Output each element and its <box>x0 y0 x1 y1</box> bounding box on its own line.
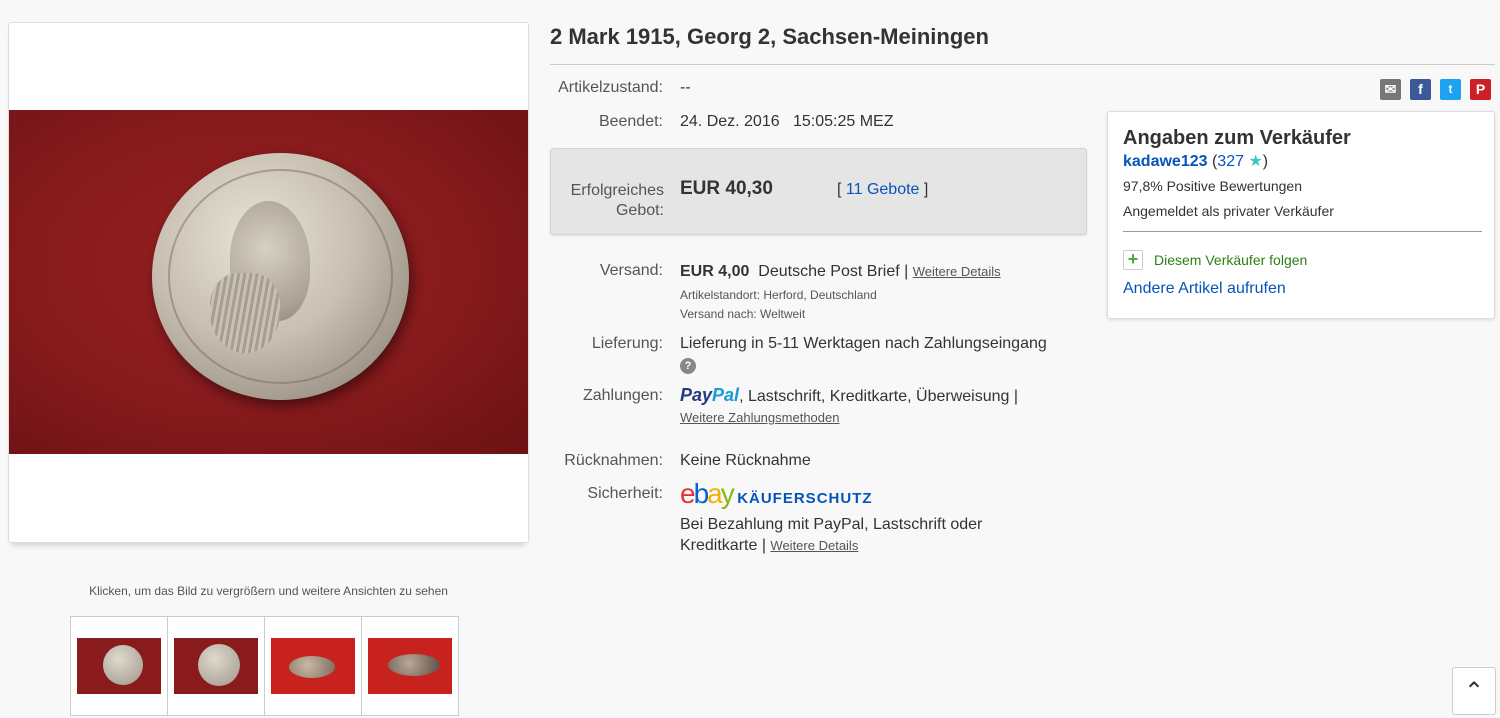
bid-label: Erfolgreiches Gebot: <box>570 182 664 219</box>
winning-bid-box: Erfolgreiches Gebot: EUR 40,30 [ 11 Gebo… <box>550 148 1087 235</box>
delivery-label: Lieferung: <box>591 335 663 352</box>
payments-label: Zahlungen: <box>582 387 663 404</box>
thumbnail-1[interactable] <box>70 616 168 716</box>
main-item-image[interactable] <box>9 110 528 454</box>
chevron-up-icon: ⌃ <box>1463 678 1485 705</box>
more-payment-methods-link[interactable]: Weitere Zahlungsmethoden <box>680 410 839 425</box>
item-title: 2 Mark 1915, Georg 2, Sachsen-Meiningen <box>550 24 989 49</box>
thumbnail-strip <box>70 616 459 716</box>
ended-date: 24. Dez. 2016 <box>680 113 780 130</box>
delivery-value: Lieferung in 5-11 Werktagen nach Zahlung… <box>680 335 1047 352</box>
email-share-icon[interactable]: ✉ <box>1380 79 1401 100</box>
shipping-service: Deutsche Post Brief <box>758 263 900 280</box>
positive-feedback: 97,8% Positive Bewertungen <box>1123 178 1302 194</box>
star-icon: ★ <box>1248 153 1263 170</box>
returns-label: Rücknahmen: <box>564 452 663 469</box>
bid-count: [ 11 Gebote ] <box>837 181 929 198</box>
payments-more: Weitere Zahlungsmethoden <box>680 409 839 427</box>
payment-methods: , Lastschrift, Kreditkarte, Überweisung … <box>739 388 1018 405</box>
back-to-top-button[interactable]: ⌃ <box>1452 667 1496 715</box>
paypal-logo: PayPal <box>680 385 740 405</box>
shipping-label: Versand: <box>599 262 663 279</box>
seller-divider <box>1123 231 1482 232</box>
plus-icon: + <box>1123 250 1143 270</box>
pinterest-share-icon[interactable]: P <box>1470 79 1491 100</box>
bid-history-link[interactable]: 11 Gebote <box>846 181 920 198</box>
security-text-1: Bei Bezahlung mit PayPal, Lastschrift od… <box>680 516 983 533</box>
shipping-price: EUR 4,00 <box>680 263 750 280</box>
ebay-logo: ebay <box>680 478 735 509</box>
seller-name-row: kadawe123 (327 ★) <box>1123 153 1269 170</box>
facebook-share-icon[interactable]: f <box>1410 79 1431 100</box>
buyer-protection-text: KÄUFERSCHUTZ <box>737 490 873 507</box>
seller-heading: Angaben zum Verkäufer <box>1123 127 1351 149</box>
bid-price: EUR 40,30 <box>680 178 773 199</box>
thumbnail-4[interactable] <box>361 616 459 716</box>
returns-value: Keine Rücknahme <box>680 452 811 469</box>
shipping-details-link[interactable]: Weitere Details <box>913 264 1001 279</box>
ended-value: 24. Dez. 2016 15:05:25 MEZ <box>680 113 893 131</box>
security-details-link[interactable]: Weitere Details <box>770 538 858 553</box>
payments-value: PayPal, Lastschrift, Kreditkarte, Überwe… <box>680 385 1018 406</box>
buyer-protection-logo: ebay KÄUFERSCHUTZ <box>680 478 873 510</box>
other-items-link[interactable]: Andere Artikel aufrufen <box>1123 280 1286 298</box>
security-label: Sicherheit: <box>587 485 663 502</box>
title-divider <box>550 64 1495 65</box>
condition-value: -- <box>680 79 691 96</box>
seller-name-link[interactable]: kadawe123 <box>1123 153 1208 170</box>
security-text-2: Kreditkarte | Weitere Details <box>680 537 859 554</box>
shipping-value: EUR 4,00 Deutsche Post Brief | Weitere D… <box>680 263 1001 280</box>
gallery-caption: Klicken, um das Bild zu vergrößern und w… <box>89 584 448 598</box>
ended-label: Beendet: <box>598 113 663 130</box>
thumbnail-3[interactable] <box>264 616 362 716</box>
ships-to: Versand nach: Weltweit <box>680 307 806 321</box>
help-icon[interactable]: ? <box>680 356 696 374</box>
ended-time: 15:05:25 MEZ <box>792 113 894 130</box>
item-location: Artikelstandort: Herford, Deutschland <box>680 288 877 302</box>
seller-info-box: Angaben zum Verkäufer kadawe123 (327 ★) … <box>1107 111 1495 319</box>
thumbnail-2[interactable] <box>167 616 265 716</box>
main-image-frame[interactable] <box>8 22 529 543</box>
seller-type: Angemeldet als privater Verkäufer <box>1123 203 1334 219</box>
follow-seller-button[interactable]: + Diesem Verkäufer folgen <box>1123 250 1307 270</box>
coin-image <box>152 153 409 400</box>
condition-label: Artikelzustand: <box>558 79 663 96</box>
twitter-share-icon[interactable]: t <box>1440 79 1461 100</box>
feedback-score-link[interactable]: 327 <box>1217 153 1244 170</box>
